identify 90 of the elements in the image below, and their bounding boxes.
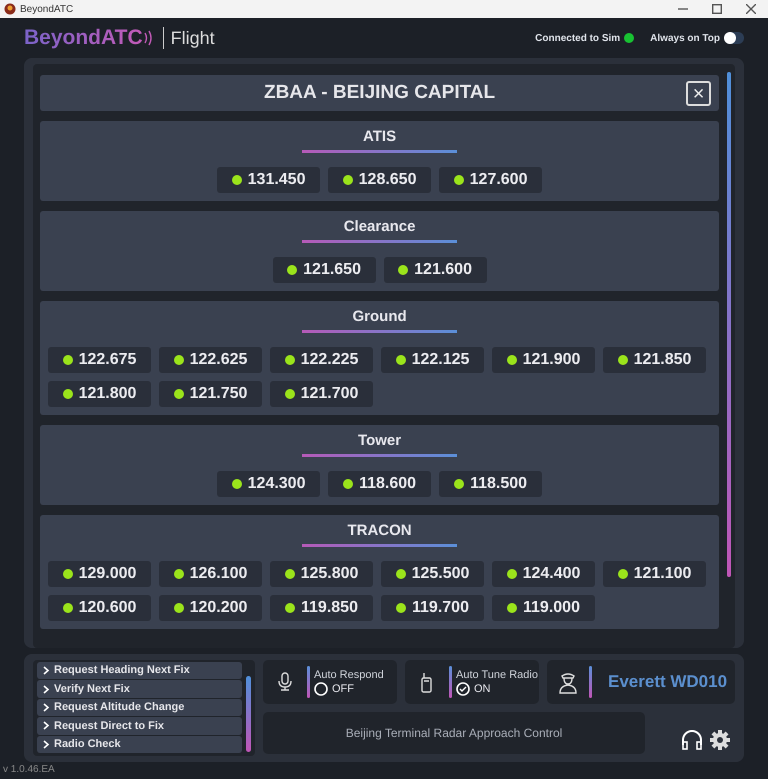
maximize-icon <box>712 4 722 14</box>
section-title: ATIS <box>302 128 458 153</box>
dot-icon <box>62 569 73 579</box>
frequency-button[interactable]: 118.500 <box>439 471 542 497</box>
section-title: Clearance <box>302 218 458 243</box>
toggle-label: Auto Respond <box>314 668 384 682</box>
dot-icon <box>618 355 628 365</box>
window-title: BeyondATC <box>20 2 74 16</box>
frequency-button[interactable]: 126.100 <box>159 561 262 587</box>
section-title: Ground <box>302 308 458 333</box>
frequency-button[interactable]: 121.650 <box>272 257 376 283</box>
airport-title: ZBAA - BEIJING CAPITAL <box>264 80 496 105</box>
dot-icon <box>396 355 406 365</box>
dot-icon <box>454 175 464 185</box>
dot-icon <box>284 355 295 365</box>
dot-icon <box>342 175 353 185</box>
scrollbar-thumb[interactable] <box>246 676 251 752</box>
close-button[interactable]: × <box>686 81 712 106</box>
dot-icon <box>454 479 464 489</box>
dot-icon <box>285 603 296 613</box>
frequency-button[interactable]: 121.850 <box>603 347 706 373</box>
dot-icon <box>62 389 73 399</box>
dot-icon <box>174 389 184 399</box>
headphones-icon[interactable] <box>681 730 703 750</box>
frequency-button[interactable]: 125.500 <box>381 561 484 587</box>
frequency-button[interactable]: 118.600 <box>328 471 432 497</box>
frequency-button[interactable]: 131.450 <box>217 167 320 193</box>
settings-icon[interactable] <box>709 729 731 751</box>
facility-name: Beijing Terminal Radar Approach Control <box>263 712 645 754</box>
frequency-button[interactable]: 121.750 <box>159 381 262 407</box>
controller-name: Everett WD010 <box>608 671 728 694</box>
frequency-button[interactable]: 122.125 <box>381 347 484 373</box>
frequency-button[interactable]: 127.600 <box>439 167 542 193</box>
dot-icon <box>506 569 517 579</box>
frequency-button[interactable]: 119.850 <box>270 595 373 621</box>
dot-icon <box>507 603 518 613</box>
command-item[interactable]: Request Direct to Fix <box>37 717 242 735</box>
check-circle-icon <box>456 682 470 696</box>
command-item[interactable]: Request Altitude Change <box>37 698 242 716</box>
frequency-button[interactable]: 122.675 <box>48 347 151 373</box>
frequency-button[interactable]: 125.800 <box>270 561 373 587</box>
command-item[interactable]: Verify Next Fix <box>37 680 242 698</box>
dot-icon <box>284 569 295 579</box>
frequency-button[interactable]: 128.650 <box>328 167 432 193</box>
app-icon <box>4 3 16 15</box>
frequency-button[interactable]: 119.000 <box>492 595 595 621</box>
frequency-button[interactable]: 122.225 <box>270 347 373 373</box>
frequency-button[interactable]: 121.700 <box>270 381 373 407</box>
dot-icon <box>284 389 295 399</box>
frequency-button[interactable]: 124.300 <box>217 471 320 497</box>
version-label: v 1.0.46.EA <box>2 763 56 777</box>
dot-icon <box>174 355 184 365</box>
frequency-button[interactable]: 124.400 <box>492 561 595 587</box>
frequency-button[interactable]: 119.700 <box>381 595 484 621</box>
frequency-button[interactable]: 121.600 <box>384 257 487 283</box>
section-title: Tower <box>302 432 458 457</box>
frequency-button[interactable]: 129.000 <box>48 561 151 587</box>
auto-toggle[interactable]: OFF <box>314 682 384 696</box>
toggle-label: Auto Tune Radio <box>456 668 538 682</box>
circle-icon <box>314 682 328 696</box>
connection-label: Connected to Sim <box>535 32 620 46</box>
mode-label: Flight <box>162 27 215 49</box>
dot-icon <box>232 175 242 185</box>
dot-icon <box>174 603 184 613</box>
command-item[interactable]: Radio Check <box>37 736 242 754</box>
dot-icon <box>62 355 73 365</box>
dot-icon <box>287 265 298 275</box>
auto-toggle[interactable]: ON <box>456 682 538 696</box>
toggle-label: Always on Top <box>650 32 720 46</box>
command-item[interactable]: Request Heading Next Fix <box>37 662 242 680</box>
dot-icon <box>343 479 354 489</box>
frequency-button[interactable]: 120.200 <box>159 595 262 621</box>
dot-icon <box>62 603 73 613</box>
frequency-button[interactable]: 121.100 <box>603 561 706 587</box>
scrollbar-thumb[interactable] <box>727 72 731 577</box>
frequency-button[interactable]: 120.600 <box>48 595 151 621</box>
toggle-switch[interactable] <box>724 32 744 44</box>
dot-icon <box>506 355 517 365</box>
frequency-button[interactable]: 122.625 <box>159 347 262 373</box>
dot-icon <box>174 569 184 579</box>
dot-icon <box>396 603 406 613</box>
dot-icon <box>396 569 406 579</box>
section-title: TRACON <box>302 522 458 547</box>
frequency-button[interactable]: 121.800 <box>48 381 151 407</box>
frequency-button[interactable]: 121.900 <box>492 347 595 373</box>
dot-icon <box>398 265 408 275</box>
close-icon <box>746 4 756 14</box>
dot-icon <box>618 569 628 579</box>
dot-icon <box>232 479 242 489</box>
minimize-icon <box>678 8 688 10</box>
